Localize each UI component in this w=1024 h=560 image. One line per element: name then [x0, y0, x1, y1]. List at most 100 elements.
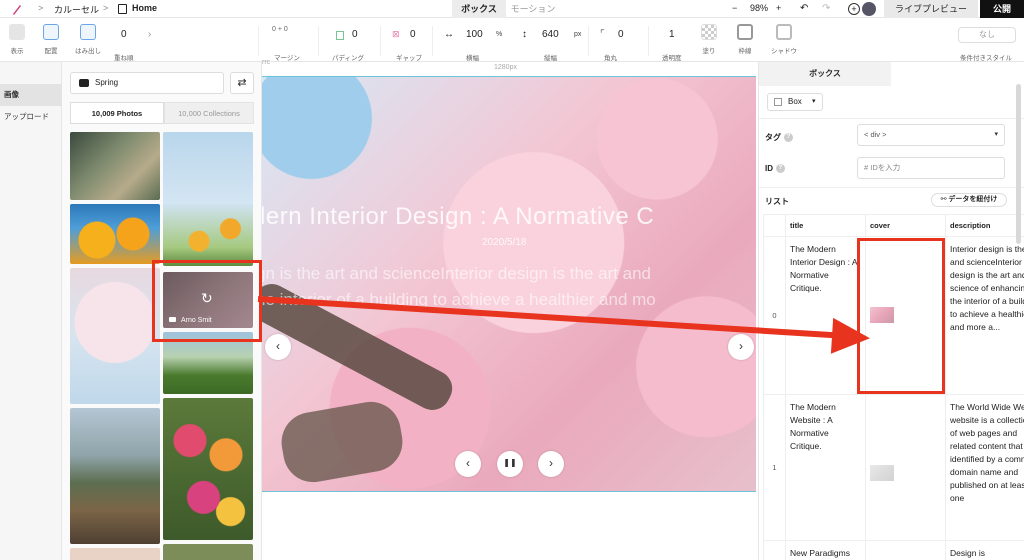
row-index: 0	[763, 236, 786, 395]
carousel-next-button[interactable]: ›	[538, 451, 564, 477]
photo-thumbnail[interactable]	[70, 204, 160, 264]
cell-cover[interactable]	[865, 540, 946, 560]
undo-icon[interactable]: ↶	[800, 3, 808, 14]
width-value[interactable]: 100	[466, 29, 483, 40]
divider	[588, 26, 589, 56]
divider	[759, 187, 1024, 188]
divider	[258, 26, 259, 56]
cell-description[interactable]: Interior design is the art and scienceIn…	[945, 236, 1024, 395]
slide-date[interactable]: 2020/5/18	[482, 237, 527, 248]
inspector-tab-box[interactable]: ボックス	[759, 62, 891, 86]
tab-motion[interactable]: モーション	[506, 0, 560, 18]
nav-images[interactable]: 画像	[0, 84, 62, 106]
width-arrows-icon: ↔	[444, 29, 454, 40]
slide-title[interactable]: dern Interior Design : A Normative C	[262, 203, 756, 231]
corner-radius-icon: ⌜	[600, 29, 605, 40]
layout-tool[interactable]: 配置	[38, 18, 64, 55]
row-index	[763, 540, 786, 560]
id-label: ID?	[765, 164, 785, 174]
divider	[318, 26, 319, 56]
conditional-style-label: 条件付きスタイル	[960, 55, 1012, 62]
column-header[interactable]: title	[785, 214, 866, 237]
table-row[interactable]: 1 The Modern Website : A Normative Criti…	[763, 394, 1024, 541]
radius-value[interactable]: 0	[618, 29, 624, 40]
photo-thumbnail[interactable]	[163, 398, 253, 540]
height-unit[interactable]: px	[574, 31, 581, 38]
height-arrows-icon: ↕	[522, 29, 527, 40]
photo-search-input[interactable]: Spring	[70, 72, 224, 94]
avatar[interactable]	[862, 2, 876, 16]
slide-prev-button[interactable]: ‹	[265, 334, 291, 360]
cell-title[interactable]: The Modern Interior Design : A Normative…	[785, 236, 866, 395]
tree-trunk-decor	[276, 397, 408, 487]
tab-photos[interactable]: 10,009 Photos	[70, 102, 164, 124]
photo-thumbnail[interactable]	[70, 132, 160, 200]
shadow-icon	[776, 24, 792, 40]
stack-value[interactable]: 0	[121, 29, 127, 40]
add-user-icon[interactable]: +	[848, 3, 860, 15]
slide-next-button[interactable]: ›	[728, 334, 754, 360]
cell-description[interactable]: The World Wide Web A website is a collec…	[945, 394, 1024, 541]
opacity-value[interactable]: 1	[669, 29, 675, 40]
chevron-right-icon[interactable]: ›	[148, 29, 151, 40]
overflow-tool[interactable]: はみ出し	[74, 18, 102, 55]
nav-upload[interactable]: アップロード	[0, 106, 62, 128]
carousel-prev-button[interactable]: ‹	[455, 451, 481, 477]
zoom-out-button[interactable]: −	[732, 3, 737, 13]
margin-values[interactable]: 0 + 0	[272, 26, 288, 33]
photo-thumbnail[interactable]	[163, 544, 253, 560]
breadcrumb-home[interactable]: Home	[132, 3, 157, 13]
photo-thumbnail[interactable]	[70, 548, 160, 560]
photo-thumbnail[interactable]	[70, 268, 160, 404]
height-value[interactable]: 640	[542, 29, 559, 40]
padding-value[interactable]: 0	[352, 29, 358, 40]
carousel-pause-button[interactable]: ❚❚	[497, 451, 523, 477]
cell-title[interactable]: The Modern Website : A Normative Critiqu…	[785, 394, 866, 541]
border-icon	[737, 24, 753, 40]
bind-data-button[interactable]: ⚯ データを紐付け	[931, 193, 1007, 207]
chevron-down-icon: ▾	[994, 131, 998, 138]
conditional-style-button[interactable]: なし	[958, 27, 1016, 43]
cell-cover[interactable]	[865, 394, 946, 541]
divider	[648, 26, 649, 56]
breadcrumb-carousel[interactable]: カルーセル	[54, 3, 99, 16]
photo-thumbnail[interactable]	[70, 408, 160, 544]
divider	[432, 26, 433, 56]
live-preview-button[interactable]: ライブプレビュー	[884, 0, 978, 18]
publish-button[interactable]: 公開	[980, 0, 1024, 18]
row-index: 1	[763, 394, 786, 541]
carousel-slide[interactable]: dern Interior Design : A Normative C 202…	[262, 76, 756, 492]
tab-box[interactable]: ボックス	[452, 0, 506, 18]
photo-thumbnail[interactable]	[163, 204, 253, 266]
display-tool[interactable]: 表示	[4, 18, 30, 55]
id-input[interactable]: # IDを入力	[857, 157, 1005, 179]
list-label: リスト	[765, 197, 789, 206]
column-header[interactable]: description	[945, 214, 1024, 237]
tab-collections[interactable]: 10,000 Collections	[164, 102, 254, 124]
layout-icon	[43, 24, 59, 40]
column-header[interactable]: cover	[865, 214, 946, 237]
camera-icon	[79, 79, 89, 87]
shadow-tool[interactable]: シャドウ	[770, 18, 798, 55]
redo-icon[interactable]: ↷	[822, 3, 830, 14]
help-icon: ?	[784, 133, 793, 143]
breadcrumb-sep-icon: >	[103, 3, 109, 13]
annotation-highlight-target	[857, 238, 945, 394]
cell-title[interactable]: New Paradigms	[785, 540, 866, 560]
gap-value[interactable]: 0	[410, 29, 416, 40]
width-unit[interactable]: %	[496, 31, 502, 38]
border-tool[interactable]: 枠線	[734, 18, 756, 55]
element-type-select[interactable]: Box ▾	[767, 93, 823, 111]
eye-icon	[9, 24, 25, 40]
box-icon	[774, 98, 782, 106]
table-row[interactable]: New Paradigms Design is	[763, 540, 1024, 560]
cell-description[interactable]: Design is	[945, 540, 1024, 560]
zoom-in-button[interactable]: +	[776, 3, 781, 13]
shuffle-icon[interactable]: ⇄	[230, 72, 254, 94]
pen-icon[interactable]	[12, 3, 22, 15]
cover-thumbnail	[870, 465, 894, 481]
inspector-scrollbar[interactable]	[1016, 84, 1021, 244]
tag-select[interactable]: < div > ▾	[857, 124, 1005, 146]
fill-tool[interactable]: 塗り	[698, 18, 720, 55]
table-header-row: title cover description	[763, 214, 1024, 237]
